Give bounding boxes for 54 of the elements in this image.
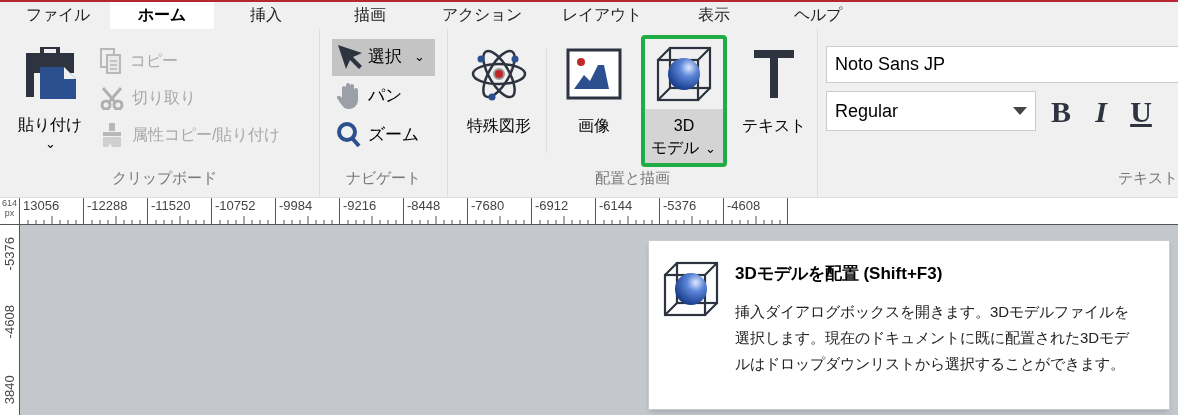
group-label: テキスト bbox=[1117, 167, 1178, 188]
ruler-label: -6912 bbox=[534, 198, 570, 214]
ruler-label: 13056 bbox=[22, 198, 61, 214]
ruler-label: -4608 bbox=[726, 198, 762, 214]
ribbon-tab[interactable]: ファイル bbox=[6, 1, 110, 29]
ruler-unit: px bbox=[4, 208, 15, 218]
insert-button[interactable]: 画像 bbox=[550, 34, 637, 167]
ruler-label: -11520 bbox=[150, 198, 192, 214]
group-label: クリップボード bbox=[111, 167, 218, 188]
pointer-icon bbox=[336, 43, 362, 71]
ruler-label: -6144 bbox=[598, 198, 634, 214]
ruler-label: -9984 bbox=[278, 198, 314, 214]
sphere-in-cube-icon bbox=[655, 45, 712, 102]
tooltip-description: 挿入ダイアログボックスを開きます。3Dモデルファイルを選択します。現在のドキュメントに既に配置された3Dモデルはドロップダウンリストから選択することができます。 bbox=[735, 301, 1131, 374]
group-label: ナビゲート bbox=[345, 167, 422, 188]
ruler-label: -7680 bbox=[470, 198, 506, 214]
ribbon-tab[interactable]: ヘルプ bbox=[766, 1, 870, 29]
ruler-label: -10752 bbox=[214, 198, 257, 214]
navigation-tool[interactable]: ズーム bbox=[332, 116, 435, 154]
ruler-value: 614 bbox=[2, 198, 17, 208]
insert-button[interactable]: 特殊図形 bbox=[456, 34, 542, 167]
brush-icon bbox=[100, 121, 124, 148]
group-label: 配置と描画 bbox=[594, 167, 671, 188]
dropdown-arrow-icon bbox=[1013, 107, 1027, 115]
picture-icon bbox=[565, 47, 622, 100]
insert-button[interactable]: 3D モデル ⌄ bbox=[640, 34, 727, 167]
ruler-label: -12288 bbox=[86, 198, 129, 214]
ruler-label: -9216 bbox=[342, 198, 378, 214]
ruler-label: -5376 bbox=[0, 237, 18, 271]
ribbon-tab[interactable]: アクション bbox=[422, 1, 542, 29]
format-button[interactable]: I bbox=[1086, 88, 1116, 134]
ribbon-tab[interactable]: 表示 bbox=[662, 1, 766, 29]
ribbon-tab[interactable]: 描画 bbox=[318, 1, 422, 29]
navigation-tool[interactable]: 選択 ⌄ bbox=[332, 38, 435, 76]
tooltip-title: 3Dモデルを配置 (Shift+F3) bbox=[735, 263, 944, 285]
copy-icon bbox=[100, 47, 122, 74]
ruler-label: -8448 bbox=[406, 198, 442, 214]
ruler-label: 3840 bbox=[0, 375, 18, 405]
format-button[interactable]: U bbox=[1126, 88, 1156, 134]
ribbon-tab[interactable]: レイアウト bbox=[542, 1, 662, 29]
sphere-in-cube-icon bbox=[663, 261, 719, 317]
scissors-icon bbox=[100, 85, 124, 110]
ruler-label: -4608 bbox=[0, 305, 18, 339]
ribbon-tab[interactable]: ホーム bbox=[110, 1, 214, 29]
ribbon-tab[interactable]: 挿入 bbox=[214, 1, 318, 29]
letter-t-icon bbox=[751, 47, 796, 100]
paste-button[interactable]: 貼り付け ⌄ bbox=[0, 36, 100, 167]
font-field[interactable]: Noto Sans JP bbox=[826, 45, 1178, 83]
insert-button[interactable]: テキスト bbox=[730, 34, 817, 167]
format-button[interactable]: B bbox=[1046, 88, 1076, 134]
navigation-tool[interactable]: パン bbox=[332, 77, 435, 115]
font-style-dropdown[interactable]: Regular bbox=[826, 91, 1036, 131]
search-icon bbox=[336, 121, 362, 149]
ruler-label: -5376 bbox=[662, 198, 698, 214]
